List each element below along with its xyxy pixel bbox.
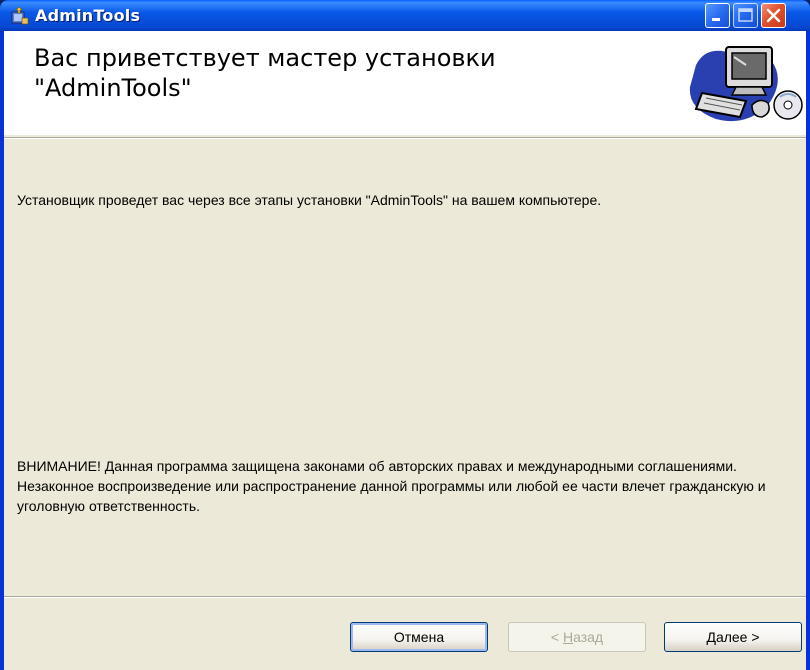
cancel-button-label: Отмена — [393, 629, 445, 645]
back-button-prefix: < — [550, 629, 563, 645]
back-button-label: азад — [573, 629, 604, 645]
copyright-warning: ВНИМАНИЕ! Данная программа защищена зако… — [17, 458, 766, 514]
minimize-icon — [712, 18, 720, 21]
next-button-suffix: > — [747, 629, 760, 645]
banner-separator-highlight — [4, 138, 806, 139]
footer-separator-highlight — [4, 597, 806, 598]
wizard-heading: Вас приветствует мастер установки "Admin… — [34, 43, 594, 103]
wizard-client-area: Вас приветствует мастер установки "Admin… — [4, 31, 806, 670]
window-frame-right — [806, 31, 810, 670]
back-button[interactable]: < Назад — [508, 622, 646, 652]
maximize-button[interactable] — [733, 3, 758, 28]
cancel-button[interactable]: Отмена — [350, 622, 488, 652]
title-bar[interactable]: AdminTools — [0, 0, 810, 31]
back-button-mnemonic: Н — [562, 629, 574, 645]
wizard-banner: Вас приветствует мастер установки "Admin… — [4, 31, 806, 135]
intro-text: Установщик проведет вас через все этапы … — [17, 192, 602, 208]
maximize-icon — [738, 8, 753, 22]
installer-window: AdminTools Вас приветствует мастер устан… — [0, 0, 810, 670]
computer-setup-icon — [689, 46, 803, 122]
close-button[interactable] — [761, 3, 786, 28]
wizard-heading-line2: "AdminTools" — [34, 74, 192, 102]
next-button-label: алее — [715, 629, 748, 645]
close-icon — [766, 8, 781, 23]
window-title: AdminTools — [35, 6, 141, 25]
next-button-mnemonic: Д — [706, 629, 716, 645]
installer-icon — [11, 6, 29, 25]
next-button[interactable]: Далее > — [664, 622, 802, 652]
wizard-heading-line1: Вас приветствует мастер установки — [34, 44, 496, 72]
minimize-button[interactable] — [705, 3, 730, 28]
